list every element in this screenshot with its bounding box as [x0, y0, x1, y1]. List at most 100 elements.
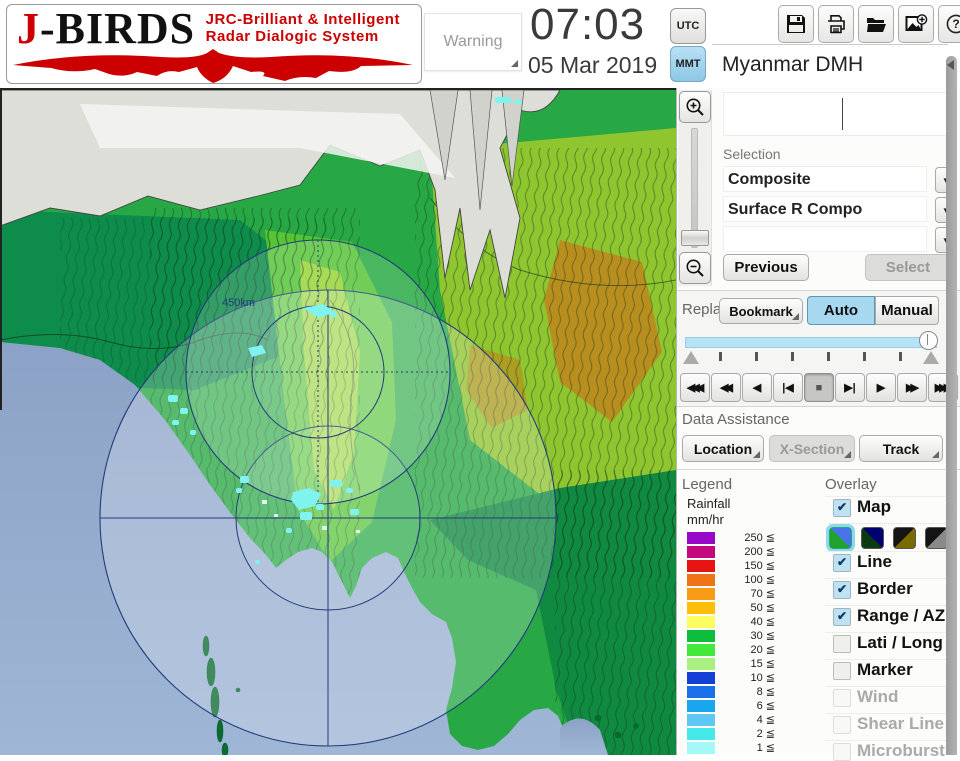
auto-button[interactable]: Auto	[807, 296, 875, 325]
legend-row: 70 ≦	[687, 588, 797, 600]
rewind-button[interactable]: ◀	[742, 373, 772, 402]
legend-color-swatch	[687, 658, 715, 670]
legend-color-swatch	[687, 574, 715, 586]
panel-collapse-handle[interactable]	[946, 56, 957, 755]
style-olive-black-button[interactable]	[893, 527, 916, 549]
open-button[interactable]	[858, 5, 894, 43]
overlay-item-label: Microburst	[857, 741, 945, 760]
utc-button[interactable]: UTC	[670, 8, 706, 44]
legend-value: 8 ≦	[756, 686, 775, 698]
legend-row: 30 ≦	[687, 630, 797, 642]
fast-forward-2-button[interactable]: ▶▶	[897, 373, 927, 402]
checkbox[interactable]: ✔	[833, 499, 851, 517]
legend-color-swatch	[687, 700, 715, 712]
overlay-item-microburst[interactable]: Microburst	[825, 740, 955, 761]
open-folder-icon	[867, 18, 886, 32]
corner-fold-icon	[932, 451, 939, 458]
step-forward-button[interactable]: ▶|	[835, 373, 865, 402]
overlay-item-map[interactable]: ✔ Map	[825, 496, 955, 517]
legend-label: Legend	[682, 476, 733, 493]
overlay-item-marker[interactable]: Marker	[825, 659, 955, 680]
style-dark-blue-button[interactable]	[861, 527, 884, 549]
fast-rewind-2-button[interactable]: ◀◀	[711, 373, 741, 402]
overlay-item-line[interactable]: ✔ Line	[825, 551, 955, 572]
overlay-item-border[interactable]: ✔ Border	[825, 578, 955, 599]
legend-value: 10 ≦	[750, 672, 775, 684]
replay-slider-handle[interactable]	[919, 331, 938, 350]
x-section-button[interactable]: X-Section	[769, 435, 855, 462]
station-name: Myanmar DMH	[722, 48, 942, 82]
dropdown-product[interactable]: Surface R Compo ▼	[723, 196, 957, 223]
checkbox[interactable]: ✔	[833, 581, 851, 599]
dropdown-composite[interactable]: Composite ▼	[723, 166, 957, 193]
legend-color-swatch	[687, 532, 715, 544]
save-button[interactable]	[778, 5, 814, 43]
overlay-item-label: Lati / Long	[857, 633, 943, 652]
selection-input[interactable]	[723, 92, 949, 136]
legend-value: 20 ≦	[750, 644, 775, 656]
collapse-arrow-icon	[947, 60, 954, 70]
checkbox[interactable]	[833, 635, 851, 653]
clock-date: 05 Mar 2019	[528, 52, 658, 78]
replay-slider-track[interactable]	[685, 337, 937, 348]
manual-button[interactable]: Manual	[875, 296, 939, 325]
step-back-button[interactable]: |◀	[773, 373, 803, 402]
legend-value: 200 ≦	[744, 546, 775, 558]
overlay-label: Overlay	[825, 476, 877, 493]
mmt-button[interactable]: MMT	[670, 46, 706, 82]
overlay-item-label: Marker	[857, 660, 913, 679]
overlay-item-wind[interactable]: Wind	[825, 686, 955, 707]
checkbox[interactable]: ✔	[833, 608, 851, 626]
overlay-item-range-az[interactable]: ✔ Range / AZ	[825, 605, 955, 626]
bookmark-button[interactable]: Bookmark	[719, 298, 803, 324]
zoom-in-button[interactable]	[679, 91, 711, 123]
stop-icon: ■	[815, 381, 823, 394]
legend-row: 8 ≦	[687, 686, 797, 698]
playback-controls: ◀◀◀ ◀◀ ◀ |◀ ■ ▶| ▶ ▶▶ ▶▶▶	[680, 373, 958, 402]
control-panel: Selection Composite ▼ Surface R Compo ▼ …	[676, 88, 960, 761]
checkbox[interactable]	[833, 662, 851, 680]
checkbox[interactable]: ✔	[833, 554, 851, 572]
select-button[interactable]: Select	[865, 254, 951, 281]
overlay-item-label: Map	[857, 497, 891, 516]
style-gray-black-button[interactable]	[925, 527, 948, 549]
range-start-marker[interactable]	[683, 351, 699, 364]
stop-button[interactable]: ■	[804, 373, 834, 402]
print-button[interactable]	[818, 5, 854, 43]
svg-text:?: ?	[952, 17, 959, 31]
style-color-terrain-button[interactable]	[826, 524, 855, 552]
location-button[interactable]: Location	[682, 435, 764, 462]
slider-tick	[755, 352, 758, 361]
legend-value: 70 ≦	[750, 588, 775, 600]
zoom-slider-handle[interactable]	[681, 230, 709, 246]
radar-map[interactable]: 450km	[0, 88, 677, 758]
zoom-out-button[interactable]	[679, 252, 711, 284]
panel-separator	[712, 44, 948, 45]
legend-row: 20 ≦	[687, 644, 797, 656]
corner-fold-icon	[792, 313, 799, 320]
legend-row: 10 ≦	[687, 672, 797, 684]
previous-button[interactable]: Previous	[723, 254, 809, 281]
legend-row: 40 ≦	[687, 616, 797, 628]
slider-tick	[863, 352, 866, 361]
overlay-item-lati-long[interactable]: Lati / Long	[825, 632, 955, 653]
dropdown-extra[interactable]: ▼	[723, 226, 957, 253]
capture-image-icon	[905, 14, 928, 31]
replay-section: Replay Bookmark Auto Manual ◀◀◀ ◀◀ ◀ |◀ ■ ▶| ▶…	[677, 290, 960, 407]
checkbox	[833, 689, 851, 707]
capture-button[interactable]	[898, 5, 934, 43]
help-button[interactable]: ?	[938, 5, 960, 43]
legend-row: 150 ≦	[687, 560, 797, 572]
range-end-marker[interactable]	[923, 351, 939, 364]
legend-value: 1 ≦	[756, 742, 775, 754]
warning-button[interactable]: Warning	[424, 13, 522, 71]
fast-rewind-3-button[interactable]: ◀◀◀	[680, 373, 710, 402]
fast-rewind-2-icon: ◀◀	[720, 382, 733, 394]
legend-value: 250 ≦	[744, 532, 775, 544]
header: J-BIRDS JRC-Brilliant & Intelligent Rada…	[0, 0, 960, 88]
overlay-item-shear-line[interactable]: Shear Line	[825, 713, 955, 734]
track-button[interactable]: Track	[859, 435, 943, 462]
logo-subtitle: JRC-Brilliant & Intelligent Radar Dialog…	[205, 11, 400, 45]
play-button[interactable]: ▶	[866, 373, 896, 402]
legend-color-swatch	[687, 560, 715, 572]
